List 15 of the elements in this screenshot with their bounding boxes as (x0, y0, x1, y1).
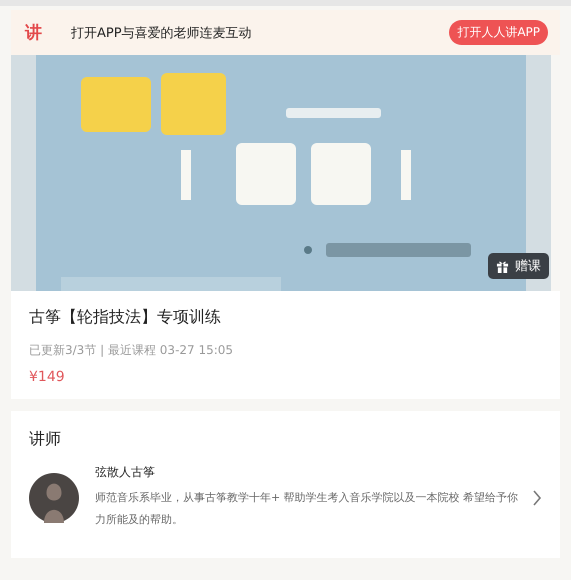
course-title: 古筝【轮指技法】专项训练 (29, 307, 222, 328)
open-app-button[interactable]: 打开人人讲APP (449, 20, 548, 45)
banner-text: 打开APP与喜爱的老师连麦互动 (71, 24, 253, 42)
chevron-right-icon (532, 488, 542, 506)
avatar (29, 472, 79, 522)
section-heading: 讲师 (29, 429, 62, 450)
course-meta: 已更新3/3节 | 最近课程 03-27 15:05 (29, 342, 234, 359)
gift-course-badge[interactable]: 赠课 (488, 253, 549, 279)
course-price: ¥149 (29, 369, 66, 385)
app-logo: 讲 (25, 22, 43, 44)
gift-icon (496, 260, 509, 272)
teacher-row[interactable]: 弦散人古筝 师范音乐系毕业，从事古筝教学十年+ 帮助学生考入音乐学院以及一本院校 希望给予你力所能及的帮助。 (29, 464, 542, 531)
teacher-name: 弦散人古筝 (95, 464, 156, 481)
teacher-bio: 师范音乐系毕业，从事古筝教学十年+ 帮助学生考入音乐学院以及一本院校 希望给予你力所能及的帮助。 (95, 490, 520, 528)
gift-label: 赠课 (515, 258, 541, 275)
